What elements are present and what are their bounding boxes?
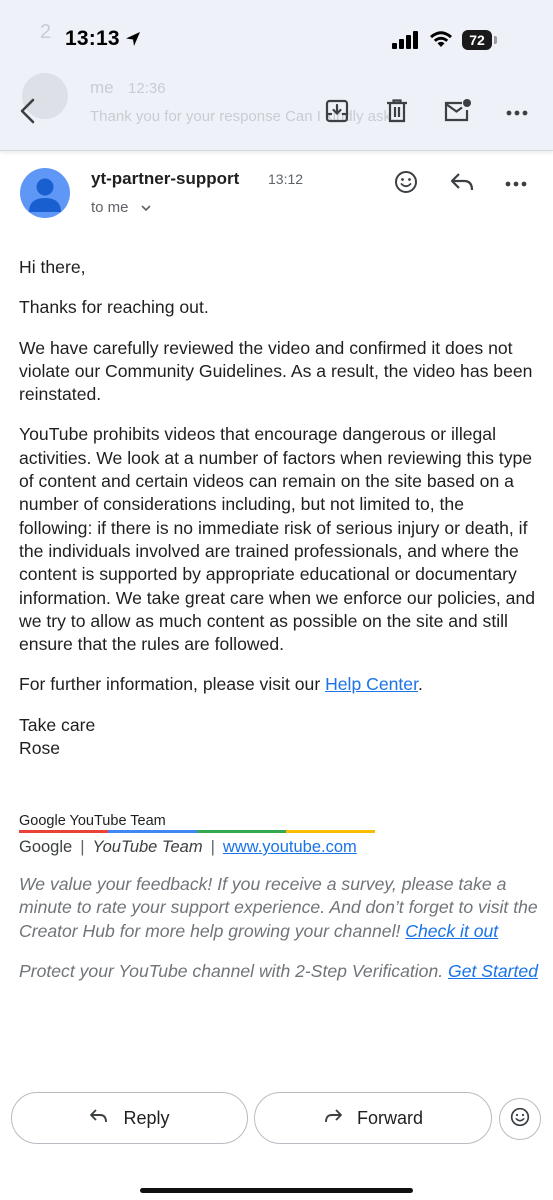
emoji-reaction-button[interactable] (499, 1098, 541, 1140)
signature-team: YouTube Team (92, 838, 203, 856)
reply-button[interactable]: Reply (11, 1092, 248, 1144)
reply-label: Reply (123, 1107, 170, 1128)
feedback-paragraph: We value your feedback! If you receive a… (19, 873, 539, 943)
battery-indicator: 72 (462, 30, 492, 50)
forward-button[interactable]: Forward (254, 1092, 492, 1144)
closing-block: Take care Rose (19, 714, 539, 761)
person-icon (29, 178, 61, 212)
background-time: 12:36 (128, 80, 166, 97)
emoji-icon (510, 1107, 530, 1132)
signer-name: Rose (19, 738, 61, 759)
forward-label: Forward (356, 1107, 423, 1128)
background-preview: Thank you for your response Can I kindly… (90, 108, 404, 125)
emoji-icon (394, 170, 418, 199)
recipient-label: to me (91, 199, 129, 216)
help-prefix: For further information, please visit ou… (19, 674, 326, 695)
reply-icon (449, 171, 475, 198)
protect-text: Protect your YouTube channel with 2-Step… (19, 960, 449, 981)
archive-icon (324, 98, 350, 129)
background-thread-count: 2 (40, 21, 52, 43)
signature-color-rule (19, 830, 375, 833)
more-options-button[interactable] (500, 96, 534, 130)
status-time: 13:13 (65, 27, 120, 50)
signature-separator: | (80, 838, 85, 856)
body-paragraph: YouTube prohibits videos that encourage … (19, 424, 536, 655)
footer-notes: We value your feedback! If you receive a… (19, 873, 539, 1000)
trash-icon (385, 98, 409, 129)
background-sender: me (90, 78, 114, 97)
recipient-details-toggle[interactable]: to me (91, 199, 151, 216)
top-app-bar: 2 me 12:36 Thank you for your response C… (0, 0, 553, 151)
more-horiz-icon (504, 175, 528, 193)
body-paragraph: We have carefully reviewed the video and… (19, 337, 533, 405)
signature-title: Google YouTube Team (19, 813, 166, 829)
protect-paragraph: Protect your YouTube channel with 2-Step… (19, 960, 539, 983)
rule-segment-green (197, 830, 286, 833)
youtube-url-link[interactable]: www.youtube.com (223, 838, 357, 856)
message-body: Hi there, Thanks for reaching out. We ha… (19, 256, 539, 760)
greeting: Hi there, (19, 257, 86, 277)
rule-segment-yellow (286, 830, 375, 833)
back-button[interactable] (11, 96, 45, 130)
body-paragraph: For further information, please visit ou… (19, 673, 539, 696)
signature: Google YouTube Team Google | YouTube Team |… (19, 813, 539, 857)
check-it-out-link[interactable]: Check it out (405, 921, 498, 941)
emoji-react-button[interactable] (390, 168, 422, 200)
delete-button[interactable] (380, 96, 414, 130)
sender-avatar[interactable] (20, 168, 70, 218)
battery-nub (494, 36, 497, 44)
help-center-link[interactable]: Help Center (325, 674, 418, 694)
sent-time: 13:12 (268, 171, 304, 187)
home-indicator[interactable] (140, 1188, 413, 1193)
signature-line: Google | YouTube Team | www.youtube.com (19, 838, 539, 857)
reply-icon (89, 1108, 109, 1129)
forward-icon (323, 1108, 343, 1129)
reply-icon-button[interactable] (446, 168, 478, 200)
sender-name[interactable]: yt-partner-support (91, 169, 239, 189)
archive-button[interactable] (320, 96, 354, 130)
wifi-icon (428, 29, 454, 54)
back-arrow-icon (16, 97, 40, 130)
rule-segment-blue (108, 830, 197, 833)
help-suffix: . (417, 674, 423, 695)
signature-google: Google (19, 838, 73, 856)
body-paragraph: Thanks for reaching out. (19, 297, 209, 318)
location-arrow-icon (124, 30, 142, 53)
signature-separator: | (210, 838, 215, 856)
message-more-button[interactable] (500, 168, 532, 200)
more-horiz-icon (505, 104, 529, 122)
mark-unread-icon (443, 98, 471, 129)
closing: Take care (19, 714, 96, 735)
cellular-signal-icon (392, 31, 420, 54)
mark-unread-button[interactable] (440, 96, 474, 130)
chevron-down-icon (140, 199, 151, 216)
get-started-link[interactable]: Get Started (448, 961, 538, 981)
rule-segment-red (19, 830, 108, 833)
